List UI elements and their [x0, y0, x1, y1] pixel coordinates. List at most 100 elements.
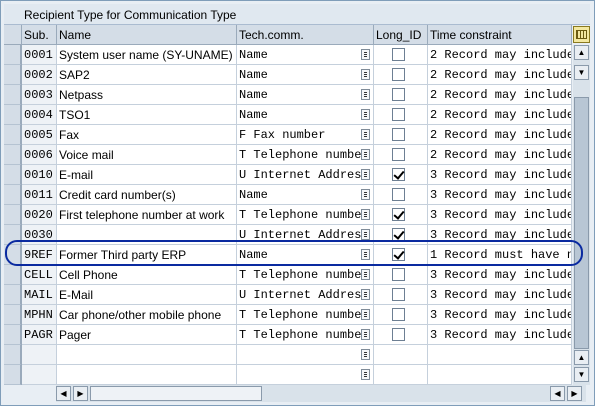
row-selector[interactable]: [4, 245, 21, 265]
cell-sub[interactable]: 0006: [22, 145, 57, 165]
cell-sub[interactable]: 0030: [22, 225, 57, 245]
cell-sub[interactable]: 0003: [22, 85, 57, 105]
cell-tech[interactable]: Name: [237, 105, 374, 125]
dropdown-list-icon[interactable]: [361, 129, 370, 140]
long-id-checkbox[interactable]: [392, 168, 405, 181]
cell-longid[interactable]: [374, 225, 428, 245]
table-row[interactable]: MPHN Car phone/other mobile phone T Teleph…: [4, 305, 572, 325]
cell-sub[interactable]: 0011: [22, 185, 57, 205]
cell-time[interactable]: 2 Record may include: [428, 125, 572, 145]
cell-name[interactable]: [57, 345, 237, 365]
long-id-checkbox[interactable]: [392, 88, 405, 101]
row-selector[interactable]: [4, 365, 21, 385]
scroll-left-step-button[interactable]: ◀: [550, 386, 565, 401]
cell-time[interactable]: 3 Record may include: [428, 205, 572, 225]
cell-name[interactable]: Pager: [57, 325, 237, 345]
table-row[interactable]: PAGR Pager T Telephone number 3 Record may …: [4, 325, 572, 345]
cell-sub[interactable]: 0001: [22, 45, 57, 65]
cell-longid[interactable]: [374, 325, 428, 345]
cell-sub[interactable]: 0020: [22, 205, 57, 225]
row-selector[interactable]: [4, 265, 21, 285]
cell-longid[interactable]: [374, 105, 428, 125]
table-row[interactable]: 0006 Voice mail T Telephone number 2 Record…: [4, 145, 572, 165]
cell-name[interactable]: Cell Phone: [57, 265, 237, 285]
row-selector[interactable]: [4, 85, 21, 105]
dropdown-list-icon[interactable]: [361, 49, 370, 60]
cell-time[interactable]: 3 Record may include: [428, 305, 572, 325]
cell-name[interactable]: E-Mail: [57, 285, 237, 305]
table-row[interactable]: 0005 Fax F Fax number 2 Record may include: [4, 125, 572, 145]
cell-longid[interactable]: [374, 185, 428, 205]
dropdown-list-icon[interactable]: [361, 89, 370, 100]
cell-tech[interactable]: F Fax number: [237, 125, 374, 145]
cell-tech[interactable]: T Telephone number: [237, 305, 374, 325]
cell-tech[interactable]: [237, 365, 374, 385]
column-header-time[interactable]: Time constraint: [428, 25, 572, 45]
cell-longid[interactable]: [374, 345, 428, 365]
table-row[interactable]: 9REF Former Third party ERP Name 1 Record m…: [4, 245, 572, 265]
cell-name[interactable]: First telephone number at work: [57, 205, 237, 225]
cell-name[interactable]: SAP2: [57, 65, 237, 85]
cell-sub[interactable]: PAGR: [22, 325, 57, 345]
table-row[interactable]: 0020 First telephone number at work T Tele…: [4, 205, 572, 225]
row-selector[interactable]: [4, 345, 21, 365]
dropdown-list-icon[interactable]: [361, 289, 370, 300]
cell-longid[interactable]: [374, 165, 428, 185]
cell-sub[interactable]: MPHN: [22, 305, 57, 325]
cell-tech[interactable]: T Telephone number: [237, 325, 374, 345]
scroll-right-button[interactable]: ▶: [567, 386, 582, 401]
table-row[interactable]: CELL Cell Phone T Telephone number 3 Record…: [4, 265, 572, 285]
table-row[interactable]: 0001 System user name (SY-UNAME) Name 2 Rec…: [4, 45, 572, 65]
dropdown-list-icon[interactable]: [361, 109, 370, 120]
dropdown-list-icon[interactable]: [361, 269, 370, 280]
table-row[interactable]: [4, 365, 572, 385]
cell-tech[interactable]: U Internet Address: [237, 225, 374, 245]
cell-sub[interactable]: 0005: [22, 125, 57, 145]
row-selector[interactable]: [4, 325, 21, 345]
cell-longid[interactable]: [374, 205, 428, 225]
cell-sub[interactable]: [22, 365, 57, 385]
row-selector[interactable]: [4, 125, 21, 145]
scroll-up-button[interactable]: ▲: [574, 45, 589, 60]
select-all-header[interactable]: [4, 25, 22, 45]
long-id-checkbox[interactable]: [392, 288, 405, 301]
cell-time[interactable]: [428, 345, 572, 365]
row-selector[interactable]: [4, 45, 21, 65]
cell-sub[interactable]: [22, 345, 57, 365]
cell-sub[interactable]: 9REF: [22, 245, 57, 265]
cell-name[interactable]: Car phone/other mobile phone: [57, 305, 237, 325]
row-selector[interactable]: [4, 205, 21, 225]
cell-name[interactable]: E-mail: [57, 165, 237, 185]
cell-tech[interactable]: Name: [237, 85, 374, 105]
long-id-checkbox[interactable]: [392, 208, 405, 221]
cell-longid[interactable]: [374, 365, 428, 385]
table-row[interactable]: 0030 U Internet Address 3 Record may inclu…: [4, 225, 572, 245]
cell-tech[interactable]: T Telephone number: [237, 145, 374, 165]
long-id-checkbox[interactable]: [392, 228, 405, 241]
dropdown-list-icon[interactable]: [361, 349, 370, 360]
cell-time[interactable]: 2 Record may include: [428, 85, 572, 105]
column-header-longid[interactable]: Long_ID: [374, 25, 428, 45]
row-selector[interactable]: [4, 225, 21, 245]
row-selector[interactable]: [4, 305, 21, 325]
cell-time[interactable]: 2 Record may include: [428, 145, 572, 165]
dropdown-list-icon[interactable]: [361, 149, 370, 160]
cell-time[interactable]: 3 Record may include: [428, 285, 572, 305]
cell-name[interactable]: TSO1: [57, 105, 237, 125]
scroll-left-button[interactable]: ◀: [56, 386, 71, 401]
cell-time[interactable]: 3 Record may include: [428, 165, 572, 185]
cell-name[interactable]: System user name (SY-UNAME): [57, 45, 237, 65]
cell-longid[interactable]: [374, 45, 428, 65]
dropdown-list-icon[interactable]: [361, 229, 370, 240]
cell-tech[interactable]: Name: [237, 45, 374, 65]
cell-time[interactable]: 3 Record may include: [428, 185, 572, 205]
cell-time[interactable]: [428, 365, 572, 385]
table-row[interactable]: MAIL E-Mail U Internet Address 3 Record may…: [4, 285, 572, 305]
table-row[interactable]: 0002 SAP2 Name 2 Record may include: [4, 65, 572, 85]
cell-longid[interactable]: [374, 285, 428, 305]
long-id-checkbox[interactable]: [392, 48, 405, 61]
cell-longid[interactable]: [374, 265, 428, 285]
cell-sub[interactable]: CELL: [22, 265, 57, 285]
cell-name[interactable]: Former Third party ERP: [57, 245, 237, 265]
cell-longid[interactable]: [374, 245, 428, 265]
